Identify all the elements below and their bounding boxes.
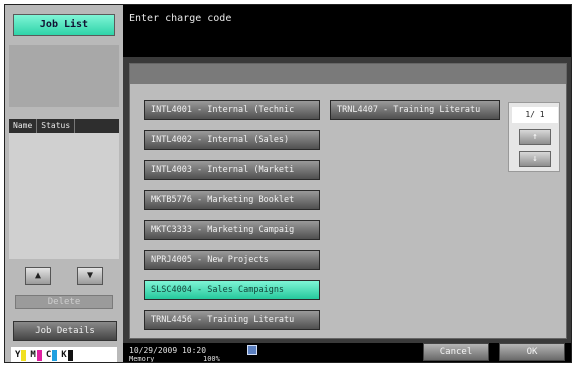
charge-code-button[interactable]: MKTC3333 - Marketing Campaig	[144, 220, 320, 240]
message-bar: Enter charge code	[123, 5, 571, 57]
job-preview-area	[9, 45, 119, 107]
column-header-status: Status	[37, 119, 76, 133]
charge-code-button[interactable]: MKTB5776 - Marketing Booklet	[144, 190, 320, 210]
charge-code-button[interactable]: TRNL4456 - Training Literatu	[144, 310, 320, 330]
page-up-button[interactable]: ↑	[519, 129, 551, 145]
job-status-header: Name Status	[9, 119, 119, 133]
job-list-area	[9, 133, 119, 259]
charge-code-button-selected[interactable]: SLSC4004 - Sales Campaigns	[144, 280, 320, 300]
page-navigator: 1/ 1 ↑ ↓	[508, 102, 560, 172]
toner-swatch	[36, 349, 42, 361]
scroll-up-button[interactable]: ▲	[25, 267, 51, 285]
toner-swatch	[21, 349, 27, 361]
toner-label: K	[61, 350, 67, 360]
down-arrow-icon: ▼	[86, 270, 94, 281]
device-screen: Job List Name Status ▲ ▼ Delete Job Deta…	[4, 4, 572, 363]
charge-code-button[interactable]: INTL4003 - Internal (Marketi	[144, 160, 320, 180]
toner-indicator: K	[61, 349, 73, 361]
toner-label: C	[45, 350, 52, 360]
date-time: 10/29/2009 10:20	[129, 346, 207, 355]
column-header-name: Name	[9, 119, 38, 133]
toner-swatch	[52, 349, 58, 361]
panel-header-strip	[130, 64, 566, 84]
charge-code-button[interactable]: TRNL4407 - Training Literatu	[330, 100, 500, 120]
page-indicator: 1/ 1	[512, 107, 558, 123]
charge-code-button[interactable]: INTL4002 - Internal (Sales)	[144, 130, 320, 150]
charge-code-panel: INTL4001 - Internal (Technic INTL4002 - …	[123, 57, 571, 343]
toner-label: Y	[15, 350, 21, 360]
up-arrow-icon: ▲	[34, 270, 42, 281]
charge-code-button[interactable]: NPRJ4005 - New Projects	[144, 250, 320, 270]
page-down-button[interactable]: ↓	[519, 151, 551, 167]
charge-code-button[interactable]: INTL4001 - Internal (Technic	[144, 100, 320, 120]
left-panel: Job List Name Status ▲ ▼ Delete Job Deta…	[5, 5, 123, 362]
toner-indicator: C	[45, 349, 58, 361]
down-arrow-icon: ↓	[532, 154, 538, 164]
prompt-message: Enter charge code	[129, 13, 232, 24]
toner-swatch	[67, 349, 73, 361]
scroll-down-button[interactable]: ▼	[77, 267, 103, 285]
cancel-button[interactable]: Cancel	[423, 343, 489, 361]
network-icon	[247, 345, 257, 355]
job-details-button[interactable]: Job Details	[13, 321, 117, 341]
up-arrow-icon: ↑	[532, 132, 538, 142]
toner-label: M	[30, 350, 36, 360]
charge-code-list: INTL4001 - Internal (Technic INTL4002 - …	[129, 63, 567, 339]
toner-indicator: Y	[15, 349, 27, 361]
toner-indicator: M	[30, 349, 42, 361]
toner-levels: YMCK	[11, 347, 117, 362]
delete-button[interactable]: Delete	[15, 295, 113, 309]
ok-button[interactable]: OK	[499, 343, 565, 361]
memory-value: 100%	[203, 355, 220, 363]
status-bar: 10/29/2009 10:20 Memory 100% Cancel OK	[123, 343, 571, 363]
job-list-button[interactable]: Job List	[13, 14, 115, 36]
memory-label: Memory	[129, 355, 155, 363]
